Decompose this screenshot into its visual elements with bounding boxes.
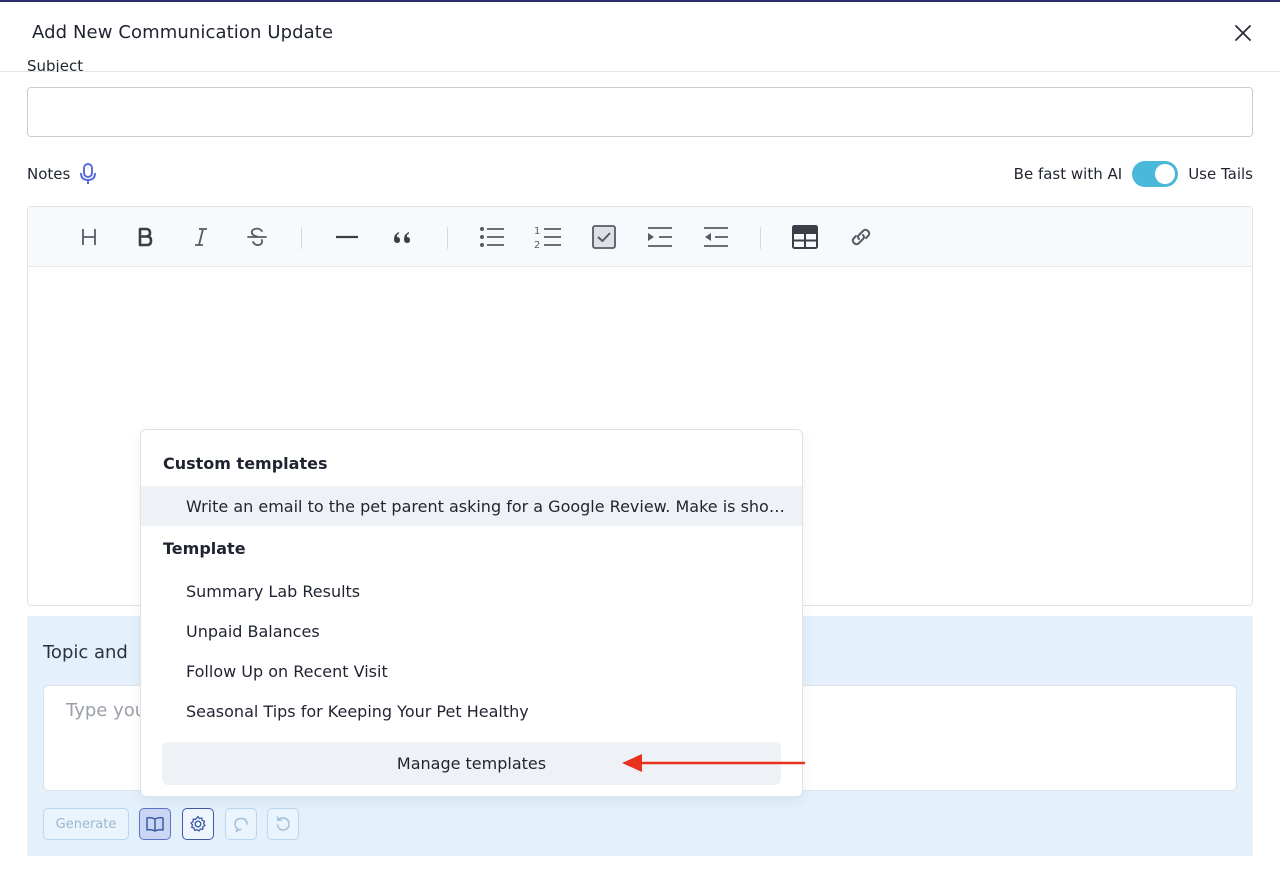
reset-icon[interactable]: [267, 808, 299, 840]
numbered-list-icon[interactable]: 12: [534, 223, 562, 251]
template-label: Unpaid Balances: [186, 621, 320, 641]
outdent-icon[interactable]: [702, 223, 730, 251]
templates-dropdown: Custom templates Write an email to the p…: [140, 429, 803, 797]
gear-icon[interactable]: [182, 808, 214, 840]
template-label: Seasonal Tips for Keeping Your Pet Healt…: [186, 701, 529, 721]
ai-label: Be fast with AI: [1013, 165, 1123, 183]
modal-header: Add New Communication Update: [0, 2, 1280, 72]
italic-icon[interactable]: [187, 223, 215, 251]
table-icon[interactable]: [791, 223, 819, 251]
topic-placeholder: Type you: [66, 700, 147, 721]
checklist-icon[interactable]: [590, 223, 618, 251]
chat-refresh-icon[interactable]: [225, 808, 257, 840]
strikethrough-icon[interactable]: [243, 223, 271, 251]
subject-label-fragment: Subject: [27, 60, 84, 72]
ai-toggle-row: Be fast with AI Use Tails: [1014, 160, 1253, 188]
custom-templates-heading: Custom templates: [163, 454, 328, 473]
use-tails-toggle[interactable]: [1132, 161, 1179, 187]
subject-input[interactable]: [27, 87, 1253, 137]
toggle-knob: [1155, 164, 1176, 184]
book-icon[interactable]: [139, 808, 171, 840]
link-icon[interactable]: [847, 223, 875, 251]
custom-template-label: Write an email to the pet parent asking …: [186, 496, 786, 516]
template-item[interactable]: Summary Lab Results: [141, 571, 802, 611]
editor-toolbar: 12: [28, 207, 1252, 267]
toolbar-separator: [760, 227, 761, 249]
template-label: Follow Up on Recent Visit: [186, 661, 388, 681]
communication-modal: Add New Communication Update Subject Not…: [0, 0, 1280, 872]
template-item[interactable]: Seasonal Tips for Keeping Your Pet Healt…: [141, 691, 802, 731]
modal-title: Add New Communication Update: [32, 22, 334, 43]
microphone-icon[interactable]: [78, 162, 98, 186]
template-label: Summary Lab Results: [186, 581, 361, 601]
bold-icon[interactable]: [131, 223, 159, 251]
indent-icon[interactable]: [646, 223, 674, 251]
close-icon[interactable]: [1232, 22, 1254, 44]
template-heading: Template: [163, 539, 246, 558]
annotation-arrow-icon: [622, 752, 806, 774]
custom-template-item[interactable]: Write an email to the pet parent asking …: [141, 486, 802, 526]
bullet-list-icon[interactable]: [478, 223, 506, 251]
svg-text:2: 2: [534, 240, 540, 250]
toolbar-separator: [301, 227, 302, 249]
generate-button[interactable]: Generate: [43, 808, 129, 840]
template-item[interactable]: Follow Up on Recent Visit: [141, 651, 802, 691]
heading-icon[interactable]: [75, 223, 103, 251]
notes-row: Notes: [27, 160, 98, 188]
horizontal-rule-icon[interactable]: [333, 223, 361, 251]
quote-icon[interactable]: [388, 223, 416, 251]
use-tails-label: Use Tails: [1188, 165, 1253, 183]
notes-label: Notes: [27, 165, 71, 183]
topic-label: Topic and: [43, 642, 128, 663]
template-item[interactable]: Unpaid Balances: [141, 611, 802, 651]
svg-text:1: 1: [534, 226, 540, 237]
toolbar-separator: [447, 227, 448, 249]
